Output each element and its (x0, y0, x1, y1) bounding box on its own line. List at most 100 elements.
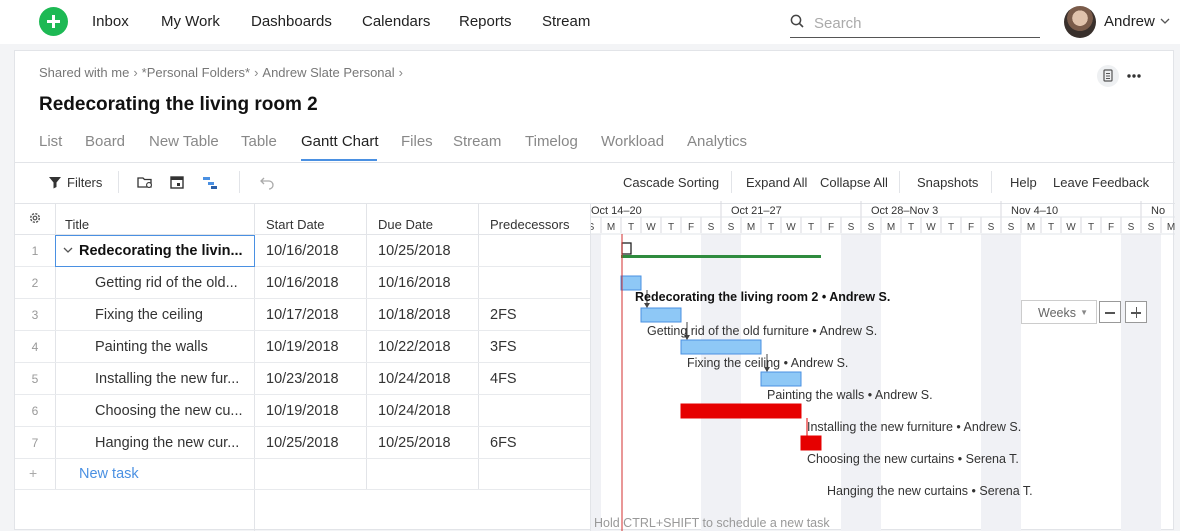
task-title[interactable]: Hanging the new cur... (95, 435, 245, 451)
task-title[interactable]: Fixing the ceiling (95, 307, 245, 323)
start-date[interactable]: 10/19/2018 (266, 403, 339, 419)
start-date[interactable]: 10/25/2018 (266, 435, 339, 451)
task-title[interactable]: Getting rid of the old... (95, 275, 245, 291)
due-date[interactable]: 10/25/2018 (378, 243, 451, 259)
day-letter: F (688, 222, 694, 233)
start-date[interactable]: 10/17/2018 (266, 307, 339, 323)
start-date[interactable]: 10/16/2018 (266, 275, 339, 291)
chevron-down-icon[interactable] (1160, 18, 1170, 25)
folder-icon[interactable] (136, 173, 154, 191)
week-label: Nov 4–10 (1011, 205, 1058, 217)
due-date[interactable]: 10/18/2018 (378, 307, 451, 323)
new-task-link[interactable]: New task (79, 466, 139, 482)
summary-bar (621, 255, 821, 258)
row-number: 6 (31, 404, 39, 418)
start-date[interactable]: 10/16/2018 (266, 243, 339, 259)
column-header-predecessors[interactable]: Predecessors (490, 217, 569, 232)
search-icon[interactable] (790, 14, 804, 28)
row-number: 3 (31, 308, 39, 322)
predecessors[interactable]: 3FS (490, 339, 517, 355)
tab-workload[interactable]: Workload (601, 133, 664, 150)
start-date[interactable]: 10/23/2018 (266, 371, 339, 387)
day-letter: S (708, 222, 715, 233)
nav-calendars[interactable]: Calendars (362, 13, 430, 30)
filters-button[interactable]: Filters (67, 175, 102, 190)
table-row[interactable]: 5 Installing the new fur... 10/23/2018 1… (15, 363, 590, 395)
predecessors[interactable]: 4FS (490, 371, 517, 387)
gantt-task-bar (640, 307, 682, 323)
nav-stream[interactable]: Stream (542, 13, 590, 30)
calendar-icon[interactable] (168, 173, 186, 191)
tab-files[interactable]: Files (401, 133, 433, 150)
zoom-out-button[interactable] (1099, 301, 1121, 323)
breadcrumb-item[interactable]: Shared with me (39, 65, 129, 80)
tab-timelog[interactable]: Timelog (525, 133, 578, 150)
day-letter: S (1148, 222, 1155, 233)
schedule-hint: Hold CTRL+SHIFT to schedule a new task (594, 516, 830, 530)
active-tab-indicator (301, 159, 377, 161)
critical-path-icon[interactable] (201, 173, 219, 191)
page-title[interactable]: Redecorating the living room 2 (39, 94, 318, 116)
settings-gear-icon[interactable] (27, 210, 43, 226)
table-row[interactable]: 6 Choosing the new cu... 10/19/2018 10/2… (15, 395, 590, 427)
row-number: 7 (31, 436, 39, 450)
due-date[interactable]: 10/16/2018 (378, 275, 451, 291)
more-options-icon[interactable] (1123, 65, 1145, 87)
nav-reports[interactable]: Reports (459, 13, 512, 30)
day-letter: W (786, 222, 796, 233)
filter-icon[interactable] (46, 173, 64, 191)
avatar[interactable] (1064, 6, 1096, 38)
task-title[interactable]: Installing the new fur... (95, 371, 245, 387)
tab-stream[interactable]: Stream (453, 133, 501, 150)
tab-board[interactable]: Board (85, 133, 125, 150)
predecessors[interactable]: 2FS (490, 307, 517, 323)
gantt-task-bar (800, 435, 822, 451)
undo-icon[interactable] (258, 173, 276, 191)
day-letter: F (1108, 222, 1114, 233)
due-date[interactable]: 10/25/2018 (378, 435, 451, 451)
cascade-sorting-button[interactable]: Cascade Sorting (623, 175, 719, 190)
task-title[interactable]: Painting the walls (95, 339, 245, 355)
leave-feedback-button[interactable]: Leave Feedback (1053, 175, 1149, 190)
column-header-start-date[interactable]: Start Date (266, 217, 325, 232)
due-date[interactable]: 10/22/2018 (378, 339, 451, 355)
tab-analytics[interactable]: Analytics (687, 133, 747, 150)
nav-inbox[interactable]: Inbox (92, 13, 129, 30)
help-button[interactable]: Help (1010, 175, 1037, 190)
expand-all-button[interactable]: Expand All (746, 175, 807, 190)
snapshots-button[interactable]: Snapshots (917, 175, 978, 190)
tab-list[interactable]: List (39, 133, 62, 150)
toolbar-divider (991, 171, 992, 193)
document-icon[interactable] (1097, 65, 1119, 87)
column-header-title[interactable]: Title (65, 217, 89, 232)
breadcrumb-item[interactable]: *Personal Folders* (142, 65, 250, 80)
add-task-icon[interactable]: + (29, 465, 37, 481)
table-row[interactable]: 3 Fixing the ceiling 10/17/2018 10/18/20… (15, 299, 590, 331)
user-name[interactable]: Andrew (1104, 13, 1155, 30)
table-row[interactable]: 7 Hanging the new cur... 10/25/2018 10/2… (15, 427, 590, 459)
tab-new-table[interactable]: New Table (149, 133, 219, 150)
column-header-due-date[interactable]: Due Date (378, 217, 433, 232)
due-date[interactable]: 10/24/2018 (378, 403, 451, 419)
gantt-bar-label: Painting the walls • Andrew S. (767, 388, 933, 402)
table-row[interactable]: 4 Painting the walls 10/19/2018 10/22/20… (15, 331, 590, 363)
day-letter: T (1088, 222, 1094, 233)
due-date[interactable]: 10/24/2018 (378, 371, 451, 387)
create-new-button[interactable] (39, 7, 68, 36)
start-date[interactable]: 10/19/2018 (266, 339, 339, 355)
nav-my-work[interactable]: My Work (161, 13, 220, 30)
breadcrumb-item[interactable]: Andrew Slate Personal (262, 65, 394, 80)
nav-dashboards[interactable]: Dashboards (251, 13, 332, 30)
task-title[interactable]: Choosing the new cu... (95, 403, 245, 419)
tab-gantt-chart[interactable]: Gantt Chart (301, 133, 379, 150)
tab-table[interactable]: Table (241, 133, 277, 150)
search-input[interactable] (814, 12, 1034, 34)
zoom-in-button[interactable] (1125, 301, 1147, 323)
collapse-all-button[interactable]: Collapse All (820, 175, 888, 190)
row-number: 4 (31, 340, 39, 354)
table-row[interactable]: 2 Getting rid of the old... 10/16/2018 1… (15, 267, 590, 299)
gantt-timeline[interactable]: S M T W T F S S M T W T F S S M T W T F S S M T W T F S S M Oct 14–20 O… (591, 201, 1175, 531)
predecessors[interactable]: 6FS (490, 435, 517, 451)
row-number: 2 (31, 276, 39, 290)
timescale-select[interactable]: Weeks ▼ (1021, 300, 1097, 324)
